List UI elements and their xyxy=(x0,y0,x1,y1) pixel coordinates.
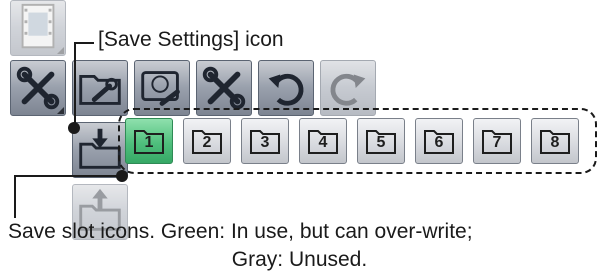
undo-icon xyxy=(268,73,304,106)
save-slot-3[interactable]: 3 xyxy=(241,118,289,164)
save-slot-7[interactable]: 7 xyxy=(473,118,521,164)
submenu-corner-icon xyxy=(57,47,64,54)
slot-label: 6 xyxy=(434,134,444,151)
callout-line xyxy=(14,175,16,218)
slot-label: 8 xyxy=(550,134,560,151)
save-slots-callout-line1: Save slot icons. Green: In use, but can … xyxy=(8,220,473,243)
save-slot-5[interactable]: 5 xyxy=(357,118,405,164)
slot-label: 3 xyxy=(260,134,270,151)
slot-label: 4 xyxy=(318,134,328,151)
save-slot-2[interactable]: 2 xyxy=(183,118,231,164)
save-slots-callout-line2: Gray: Unused. xyxy=(231,248,368,271)
callout-dot xyxy=(116,170,128,182)
submenu-corner-icon xyxy=(57,107,64,114)
save-slot-6[interactable]: 6 xyxy=(415,118,463,164)
drive-wrench-icon xyxy=(141,71,180,106)
save-slot-8[interactable]: 8 xyxy=(531,118,579,164)
save-slot-1[interactable]: 1 xyxy=(125,118,173,164)
callout-line xyxy=(74,42,76,128)
slot-label: 5 xyxy=(376,134,386,151)
redo-icon xyxy=(330,73,366,106)
save-slot-4[interactable]: 4 xyxy=(299,118,347,164)
tools-button[interactable] xyxy=(10,60,66,116)
save-settings-callout: [Save Settings] icon xyxy=(98,28,284,51)
folder-wrench-icon xyxy=(79,74,121,105)
slot-label: 2 xyxy=(202,134,212,151)
callout-dot xyxy=(68,122,80,134)
callout-line xyxy=(74,42,94,44)
film-icon-tile[interactable] xyxy=(10,0,66,56)
slot-label: 1 xyxy=(144,134,154,151)
folder-wrench-button[interactable] xyxy=(72,60,128,116)
callout-line xyxy=(14,175,122,177)
slot-label: 7 xyxy=(492,134,502,151)
settings-wrench-icon xyxy=(202,66,246,110)
